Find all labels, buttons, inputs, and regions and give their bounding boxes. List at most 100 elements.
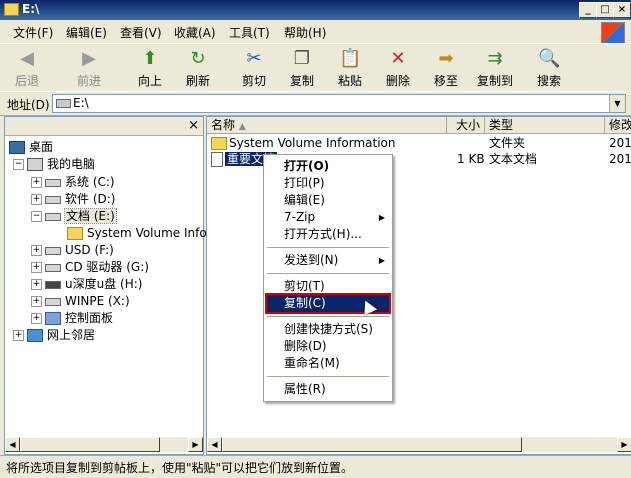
delete-x-icon: ✕ — [390, 48, 406, 69]
menu-item-open-with[interactable]: 打开方式(H)... — [267, 226, 389, 243]
up-button[interactable]: ⬆ 向上 — [127, 47, 173, 89]
expand-icon[interactable]: + — [31, 177, 42, 188]
tree-item-drive-d[interactable]: + 软件 (D:) — [31, 191, 115, 208]
cut-label: 剪切 — [241, 74, 266, 88]
copy-to-label: 复制到 — [476, 74, 513, 88]
copy-button[interactable]: ❐ 复制 — [279, 47, 325, 89]
menu-item-create-shortcut[interactable]: 创建快捷方式(S) — [267, 321, 389, 338]
drive-icon — [45, 178, 61, 187]
menu-item-delete[interactable]: 删除(D) — [267, 338, 389, 355]
menu-item-label: 发送到(N) — [284, 253, 339, 267]
files-horizontal-scrollbar[interactable]: ◀ ▶ — [207, 437, 631, 452]
column-modified[interactable]: 修改 — [605, 117, 631, 134]
address-input[interactable]: E:\ ▼ — [52, 94, 626, 113]
menu-item-print[interactable]: 打印(P) — [267, 175, 389, 192]
column-size[interactable]: 大小 — [447, 117, 485, 134]
tree-item-desktop[interactable]: 桌面 — [9, 139, 53, 156]
column-type[interactable]: 类型 — [485, 117, 605, 134]
toolbar: ◀ 后退 ▶ 前进 ⬆ 向上 ↻ 刷新 ✂ 剪切 ❐ 复制 📋 粘贴 ✕ 删除 … — [0, 43, 631, 92]
text-document-icon — [211, 152, 223, 167]
up-label: 向上 — [137, 74, 162, 88]
forward-button[interactable]: ▶ 前进 — [66, 47, 112, 89]
tree-item-drive-h[interactable]: + u深度u盘 (H:) — [31, 276, 142, 293]
menu-item-7zip[interactable]: 7-Zip ▶ — [267, 209, 389, 226]
scroll-right-arrow-icon[interactable]: ▶ — [188, 437, 203, 452]
scroll-thumb[interactable] — [222, 437, 522, 452]
menu-separator — [267, 273, 389, 274]
menu-separator — [267, 316, 389, 317]
tree-item-drive-g[interactable]: + CD 驱动器 (G:) — [31, 259, 149, 276]
menu-item-rename[interactable]: 重命名(M) — [267, 355, 389, 372]
expand-icon[interactable]: + — [31, 296, 42, 307]
sort-arrow-icon: ▲ — [238, 122, 246, 132]
tree-horizontal-scrollbar[interactable]: ◀ ▶ — [5, 437, 203, 452]
maximize-button[interactable]: □ — [596, 2, 614, 18]
column-size-label: 大小 — [455, 118, 480, 132]
menu-item-cut[interactable]: 剪切(T) — [267, 278, 389, 295]
menu-tools[interactable]: 工具(T) — [229, 24, 270, 41]
collapse-icon[interactable]: − — [31, 211, 42, 222]
tree-header: × — [5, 117, 203, 136]
file-type: 文件夹 — [489, 136, 526, 150]
collapse-icon[interactable]: − — [13, 159, 24, 170]
menu-item-properties[interactable]: 属性(R) — [267, 381, 389, 398]
tree-item-drive-x[interactable]: + WINPE (X:) — [31, 293, 130, 310]
refresh-button[interactable]: ↻ 刷新 — [175, 47, 221, 89]
file-name: System Volume Information — [229, 136, 396, 150]
file-type: 文本文档 — [489, 152, 538, 166]
tree-label: u深度u盘 (H:) — [65, 277, 143, 291]
context-menu: 打开(O) 打印(P) 编辑(E) 7-Zip ▶ 打开方式(H)... 发送到(… — [263, 154, 393, 402]
tree-item-drive-e[interactable]: − 文档 (E:) — [31, 208, 117, 225]
file-modified: 2016 — [609, 136, 631, 150]
column-name[interactable]: 名称 ▲ — [207, 117, 447, 134]
menu-item-send-to[interactable]: 发送到(N) ▶ — [267, 252, 389, 269]
back-button[interactable]: ◀ 后退 — [4, 47, 50, 89]
scroll-thumb[interactable] — [20, 437, 160, 452]
expand-icon[interactable]: + — [13, 330, 24, 341]
tree-label: WINPE (X:) — [65, 294, 130, 308]
cut-button[interactable]: ✂ 剪切 — [231, 47, 277, 89]
menu-view[interactable]: 查看(V) — [120, 24, 162, 41]
tree-item-my-computer[interactable]: − 我的电脑 — [13, 156, 95, 173]
tree-item-network[interactable]: + 网上邻居 — [13, 327, 95, 344]
menu-favorites[interactable]: 收藏(A) — [174, 24, 216, 41]
close-button[interactable]: × — [613, 2, 631, 18]
copy-to-button[interactable]: ⇉ 复制到 — [470, 47, 520, 89]
scroll-right-arrow-icon[interactable]: ▶ — [617, 437, 631, 452]
tree-label: 文档 (E:) — [64, 208, 117, 224]
tree-label: 桌面 — [29, 140, 54, 154]
submenu-arrow-icon: ▶ — [378, 256, 385, 265]
menu-item-edit[interactable]: 编辑(E) — [267, 192, 389, 209]
scroll-left-arrow-icon[interactable]: ◀ — [5, 437, 20, 452]
expand-icon[interactable]: + — [31, 279, 42, 290]
tree-item-drive-c[interactable]: + 系统 (C:) — [31, 174, 115, 191]
delete-label: 删除 — [385, 74, 410, 88]
tree-item-control-panel[interactable]: + 控制面板 — [31, 310, 113, 327]
menu-file[interactable]: 文件(F) — [13, 24, 53, 41]
expand-icon[interactable]: + — [31, 194, 42, 205]
move-to-button[interactable]: ➡ 移至 — [423, 47, 469, 89]
address-dropdown-button[interactable]: ▼ — [609, 95, 625, 112]
folder-icon — [4, 3, 19, 16]
paste-button[interactable]: 📋 粘贴 — [327, 47, 373, 89]
expand-icon[interactable]: + — [31, 245, 42, 256]
file-size: 1 KB — [457, 152, 485, 166]
delete-button[interactable]: ✕ 删除 — [375, 47, 421, 89]
expand-icon[interactable]: + — [31, 313, 42, 324]
menu-bar: 文件(F) 编辑(E) 查看(V) 收藏(A) 工具(T) 帮助(H) — [0, 20, 631, 42]
column-name-label: 名称 — [211, 118, 236, 132]
drive-icon — [45, 297, 61, 306]
desktop-icon — [9, 141, 25, 154]
tree-close-button[interactable]: × — [188, 118, 199, 133]
minimize-button[interactable]: _ — [579, 2, 597, 18]
search-button[interactable]: 🔍 搜索 — [526, 47, 572, 89]
menu-help[interactable]: 帮助(H) — [284, 24, 326, 41]
copy-to-icon: ⇉ — [487, 48, 503, 69]
tree-item-drive-f[interactable]: + USD (F:) — [31, 242, 114, 259]
file-row[interactable]: System Volume Information — [211, 135, 631, 151]
expand-icon[interactable]: + — [31, 262, 42, 273]
menu-item-open[interactable]: 打开(O) — [267, 158, 389, 175]
address-label: 地址(D) — [7, 98, 50, 112]
scroll-left-arrow-icon[interactable]: ◀ — [207, 437, 222, 452]
menu-edit[interactable]: 编辑(E) — [66, 24, 107, 41]
